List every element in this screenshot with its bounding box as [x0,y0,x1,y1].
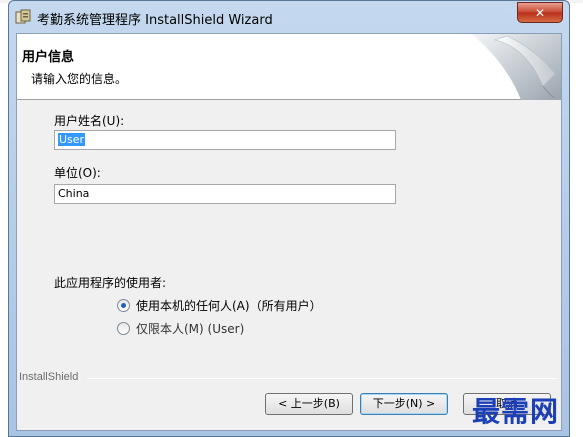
wizard-client-area: 用户信息 请输入您的信息。 用户姓名(U): User 单位(O): China… [16,33,562,431]
username-label: 用户姓名(U): [54,114,125,128]
radio-anyone-label: 使用本机的任何人(A)（所有用户） [136,299,322,313]
radio-only-me-option[interactable]: 仅限本人(M) (User) [117,320,244,337]
wizard-header: 用户信息 请输入您的信息。 [17,34,561,100]
installer-app-icon [15,9,31,24]
next-button[interactable]: 下一步(N) > [360,393,448,415]
page-curl-graphic [471,34,561,100]
radio-anyone-option[interactable]: 使用本机的任何人(A)（所有用户） [117,297,322,314]
close-button[interactable]: ✕ [517,2,563,23]
radio-only-me-label: 仅限本人(M) (User) [136,322,245,336]
usage-group-label: 此应用程序的使用者: [54,276,167,290]
installer-window: 考勤系统管理程序 InstallShield Wizard ✕ 用户信息 请输入… [8,0,570,437]
page-subtitle: 请输入您的信息。 [31,72,128,86]
username-value: User [58,133,86,146]
username-input[interactable]: User [54,130,396,150]
organization-value: China [58,187,90,200]
radio-anyone-button[interactable] [117,299,130,312]
footer-divider [87,378,557,379]
title-bar[interactable]: 考勤系统管理程序 InstallShield Wizard ✕ [9,1,569,33]
close-icon: ✕ [534,5,546,20]
page-title: 用户信息 [22,50,75,65]
back-button[interactable]: < 上一步(B) [265,393,353,415]
organization-input[interactable]: China [54,184,396,204]
installshield-brand: InstallShield [19,371,83,383]
site-watermark: 最需网 [472,395,560,428]
window-title: 考勤系统管理程序 InstallShield Wizard [37,13,273,28]
organization-label: 单位(O): [54,166,101,180]
radio-only-me-button[interactable] [117,322,130,335]
